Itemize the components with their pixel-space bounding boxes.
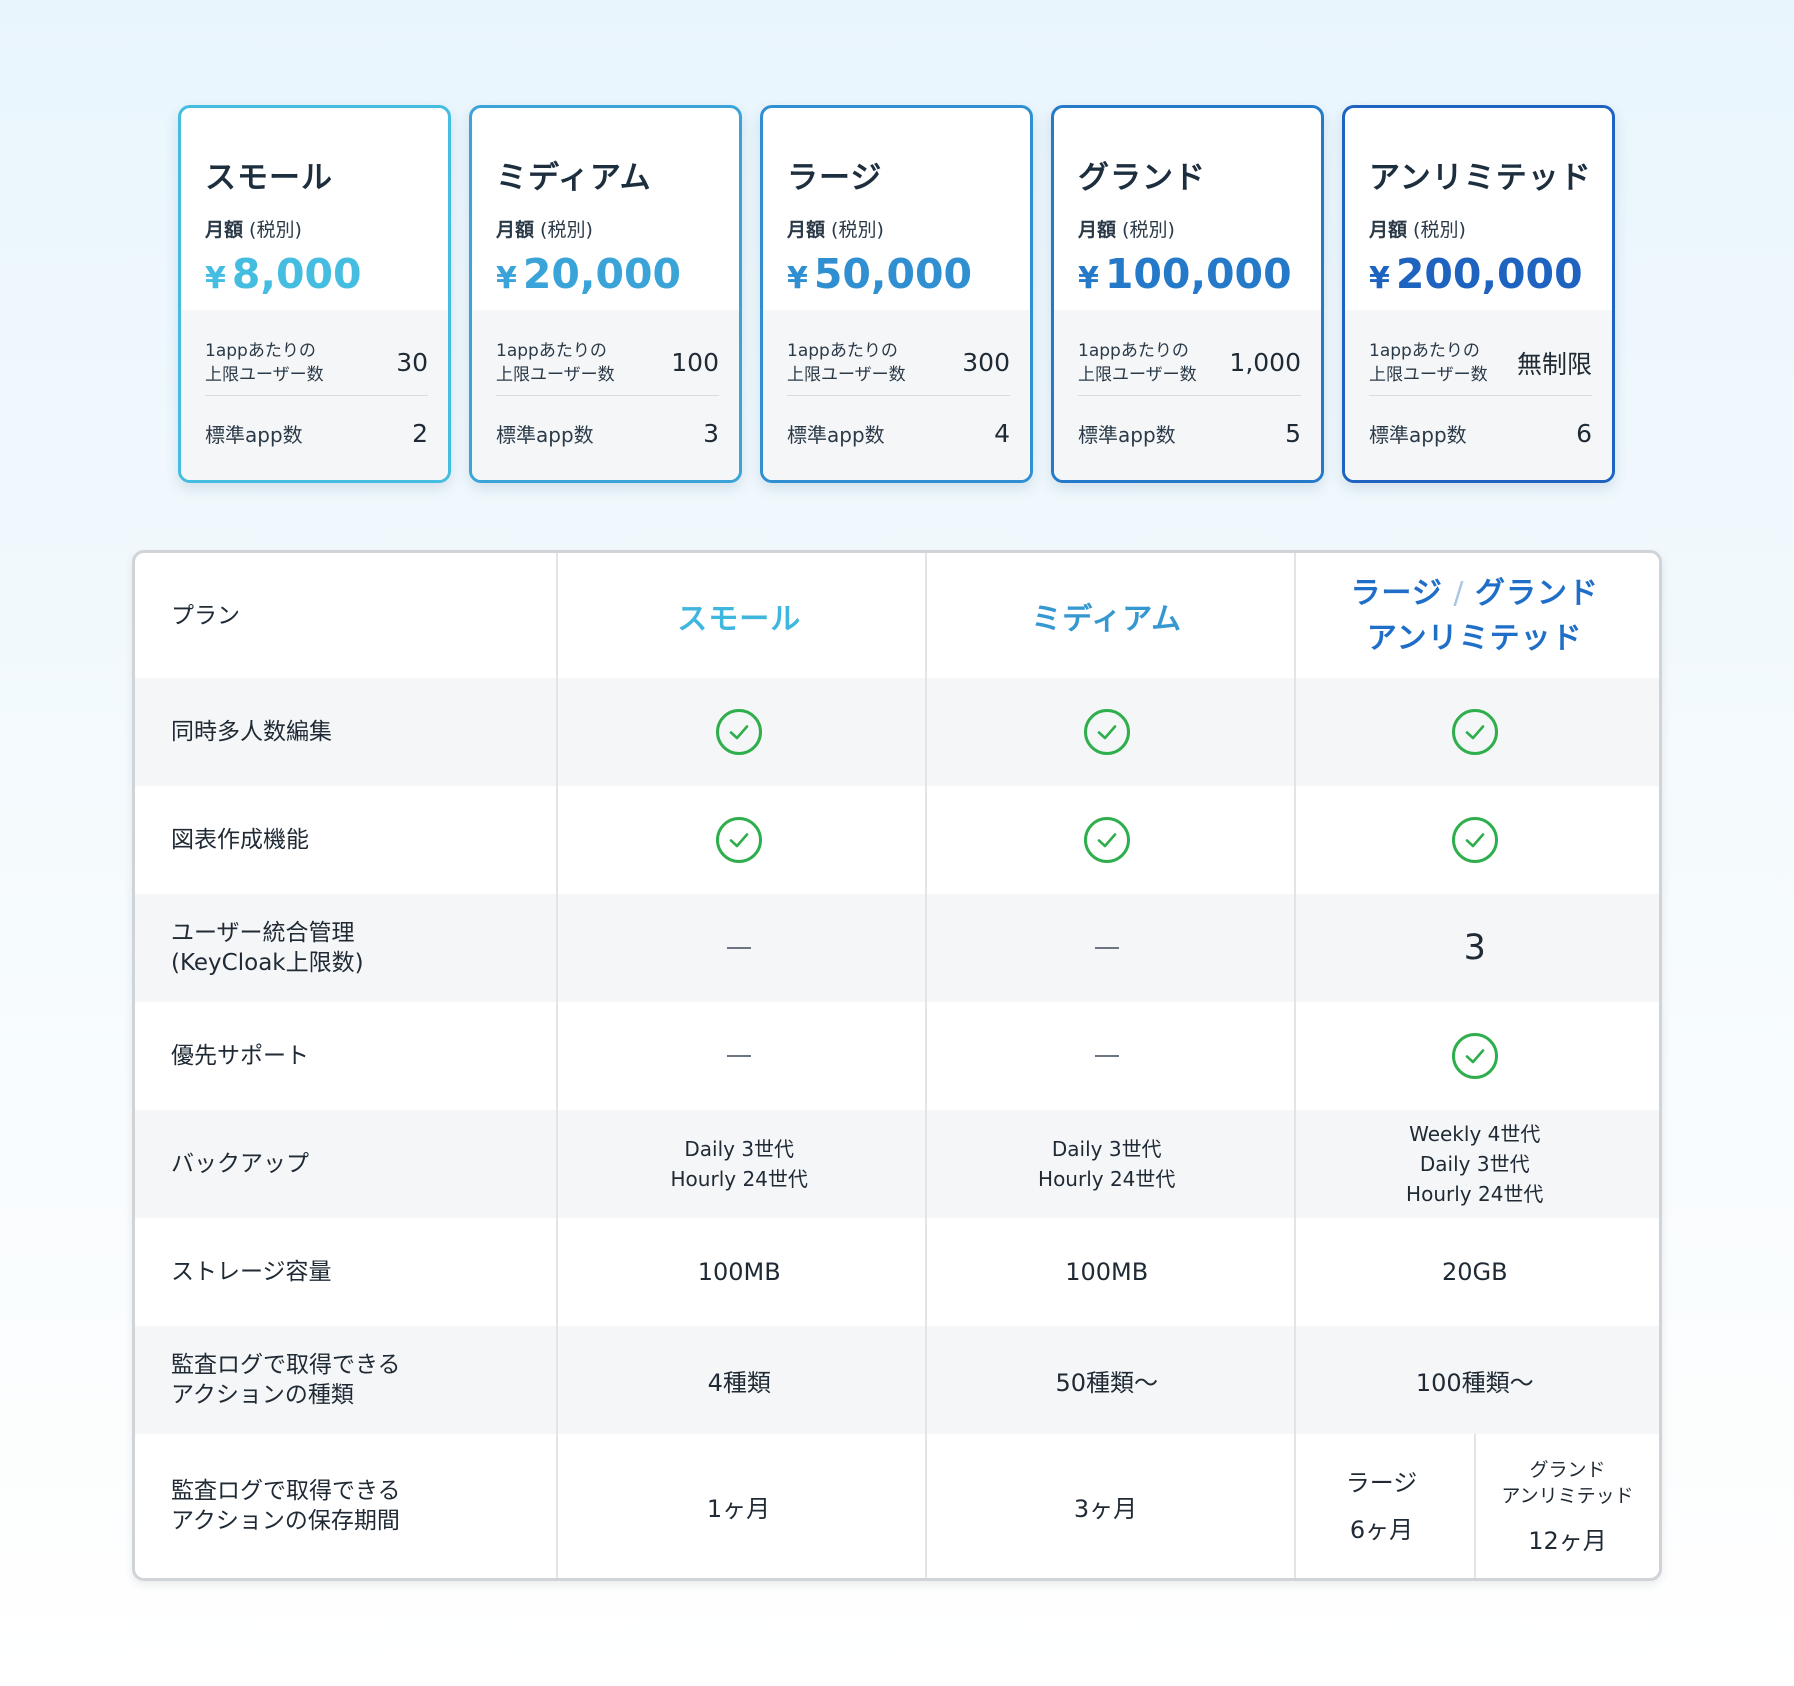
apps-value: 2 [412, 418, 428, 448]
dash-icon [727, 947, 752, 949]
plan-price: ¥20,000 [496, 250, 682, 298]
plan-name: ラージ [787, 160, 883, 196]
users-spec: 1appあたりの 上限ユーザー数 30 [205, 338, 428, 396]
plan-cards: スモール 月額 (税別) ¥8,000 1appあたりの 上限ユーザー数 30 標… [178, 105, 1615, 483]
keycloak-limit-value: 3 [1463, 928, 1486, 968]
users-value: 30 [396, 348, 428, 377]
retention-grand-unlimited: グランド アンリミテッド 12ヶ月 [1474, 1434, 1659, 1578]
price-period: 月額 (税別) [205, 219, 302, 241]
dash-icon [727, 1055, 752, 1057]
price-period: 月額 (税別) [1369, 219, 1466, 241]
price-period: 月額 (税別) [496, 219, 593, 241]
column-divider [1294, 553, 1296, 1578]
row-label: 優先サポート [171, 1043, 309, 1069]
price-period: 月額 (税別) [787, 219, 884, 241]
check-circle-icon [1451, 709, 1498, 755]
check-circle-icon [1083, 709, 1130, 755]
plan-name: グランド [1078, 160, 1206, 196]
row-label: 監査ログで取得できる アクションの種類 [171, 1352, 401, 1408]
plan-card-small[interactable]: スモール 月額 (税別) ¥8,000 1appあたりの 上限ユーザー数 30 標… [178, 105, 451, 483]
plan-name: アンリミテッド [1369, 160, 1592, 196]
table-row: 監査ログで取得できる アクションの種類 4種類 50種類〜 100種類〜 [135, 1326, 1659, 1434]
column-divider [556, 553, 558, 1578]
plan-name: ミディアム [496, 160, 652, 196]
row-label: ユーザー統合管理 (KeyCloak上限数) [171, 920, 364, 976]
row-label: プラン [171, 602, 240, 629]
price-period: 月額 (税別) [1078, 219, 1175, 241]
table-row: 図表作成機能 [135, 786, 1659, 894]
table-row: 監査ログで取得できる アクションの保存期間 1ヶ月 3ヶ月 ラージ 6ヶ月 グラン… [135, 1434, 1659, 1578]
row-label: 監査ログで取得できる アクションの保存期間 [171, 1478, 401, 1534]
users-value: 無制限 [1516, 349, 1592, 379]
dash-icon [1094, 1055, 1119, 1057]
apps-spec: 標準app数 4 [787, 418, 1010, 448]
apps-value: 6 [1576, 418, 1592, 448]
apps-spec: 標準app数 5 [1078, 418, 1301, 448]
retention-split-cell: ラージ 6ヶ月 グランド アンリミテッド 12ヶ月 [1289, 1434, 1659, 1578]
row-label: 図表作成機能 [171, 827, 309, 853]
audit-types-value: 100種類〜 [1415, 1368, 1534, 1397]
users-spec: 1appあたりの 上限ユーザー数 無制限 [1369, 338, 1592, 396]
audit-types-value: 50種類〜 [1055, 1368, 1158, 1397]
column-divider [925, 553, 927, 1578]
plan-card-medium[interactable]: ミディアム 月額 (税別) ¥20,000 1appあたりの 上限ユーザー数 10… [469, 105, 742, 483]
backup-value: Daily 3世代 Hourly 24世代 [670, 1137, 808, 1191]
check-circle-icon [1451, 817, 1498, 863]
table-row: ストレージ容量 100MB 100MB 20GB [135, 1218, 1659, 1326]
row-label: 同時多人数編集 [171, 719, 332, 745]
plan-card-large[interactable]: ラージ 月額 (税別) ¥50,000 1appあたりの 上限ユーザー数 300 … [760, 105, 1033, 483]
table-row: ユーザー統合管理 (KeyCloak上限数) 3 [135, 894, 1659, 1002]
backup-value: Weekly 4世代 Daily 3世代 Hourly 24世代 [1406, 1122, 1544, 1206]
plan-card-grand[interactable]: グランド 月額 (税別) ¥100,000 1appあたりの 上限ユーザー数 1,… [1051, 105, 1324, 483]
row-label: バックアップ [171, 1151, 309, 1177]
check-circle-icon [1451, 1033, 1498, 1079]
users-spec: 1appあたりの 上限ユーザー数 100 [496, 338, 719, 396]
dash-icon [1094, 947, 1119, 949]
plan-price: ¥100,000 [1078, 250, 1292, 298]
users-value: 100 [671, 348, 719, 377]
apps-value: 3 [703, 418, 719, 448]
check-circle-icon [716, 709, 763, 755]
row-label: ストレージ容量 [171, 1259, 332, 1285]
plan-price: ¥8,000 [205, 250, 362, 298]
backup-value: Daily 3世代 Hourly 24世代 [1038, 1137, 1176, 1191]
apps-spec: 標準app数 3 [496, 418, 719, 448]
table-row: バックアップ Daily 3世代 Hourly 24世代 Daily 3世代 Hou… [135, 1110, 1659, 1218]
apps-spec: 標準app数 6 [1369, 418, 1592, 448]
table-row: 同時多人数編集 [135, 678, 1659, 786]
retention-value: 1ヶ月 [706, 1494, 771, 1523]
plan-comparison-table: プラン スモール ミディアム ラージ / グランド アンリミテッド 同時多人数編… [132, 550, 1662, 1581]
table-row: 優先サポート [135, 1002, 1659, 1110]
plan-price: ¥200,000 [1369, 250, 1583, 298]
apps-spec: 標準app数 2 [205, 418, 428, 448]
column-header-large: ラージ / グランド アンリミテッド [1350, 575, 1600, 656]
users-spec: 1appあたりの 上限ユーザー数 300 [787, 338, 1010, 396]
audit-types-value: 4種類 [707, 1368, 771, 1397]
column-header-small: スモール [677, 601, 802, 637]
column-header-medium: ミディアム [1031, 601, 1183, 637]
storage-value: 100MB [1065, 1258, 1149, 1286]
users-value: 1,000 [1229, 348, 1301, 377]
retention-value: 3ヶ月 [1073, 1494, 1138, 1523]
storage-value: 100MB [697, 1258, 781, 1286]
apps-value: 4 [994, 418, 1010, 448]
retention-large: ラージ 6ヶ月 [1345, 1468, 1418, 1544]
check-circle-icon [1083, 817, 1130, 863]
table-header-row: プラン スモール ミディアム ラージ / グランド アンリミテッド [135, 553, 1659, 678]
plan-price: ¥50,000 [787, 250, 973, 298]
storage-value: 20GB [1441, 1258, 1508, 1286]
check-circle-icon [716, 817, 763, 863]
users-value: 300 [962, 348, 1010, 377]
plan-name: スモール [205, 160, 333, 196]
users-spec: 1appあたりの 上限ユーザー数 1,000 [1078, 338, 1301, 396]
apps-value: 5 [1285, 418, 1301, 448]
plan-card-unlimited[interactable]: アンリミテッド 月額 (税別) ¥200,000 1appあたりの 上限ユーザー数… [1342, 105, 1615, 483]
